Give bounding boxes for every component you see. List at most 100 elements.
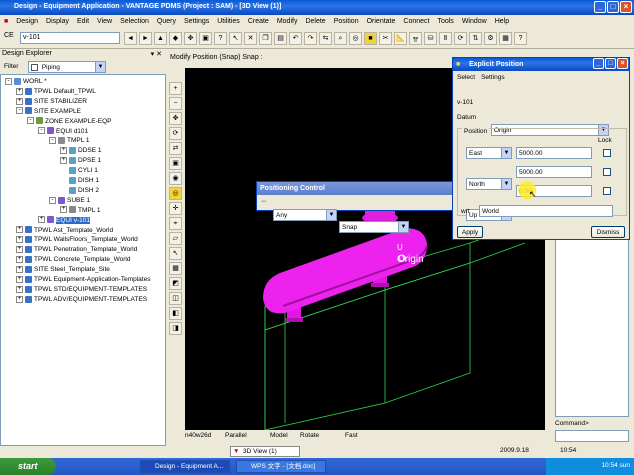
- pipe-icon[interactable]: ╦: [409, 32, 422, 45]
- tree-item[interactable]: CYLI 1: [60, 166, 98, 175]
- tree-expander-icon[interactable]: +: [60, 156, 67, 164]
- tree-expander-icon[interactable]: +: [16, 275, 23, 283]
- tree-expander-icon[interactable]: +: [16, 265, 23, 273]
- delete-icon[interactable]: ✕: [244, 32, 257, 45]
- clip-icon[interactable]: ◩: [169, 277, 182, 290]
- taskbar-item-wps[interactable]: WPS 文字 - [文档.doc]: [236, 460, 326, 473]
- undo-icon[interactable]: ↶: [289, 32, 302, 45]
- start-button[interactable]: start: [0, 458, 56, 475]
- current-element-input[interactable]: v-101: [20, 32, 120, 44]
- tree-expander-icon[interactable]: +: [60, 206, 67, 214]
- sort-icon[interactable]: ⇅: [469, 32, 482, 45]
- tree-item[interactable]: - EQUI d101: [38, 127, 88, 136]
- tree-expander-icon[interactable]: +: [16, 285, 23, 293]
- tree-item[interactable]: + SITE STABILIZER: [16, 97, 87, 106]
- tree-item[interactable]: + TPWL Equipment-Application-Templates: [16, 275, 150, 284]
- tree-item[interactable]: + TPWL Default_TPWL: [16, 87, 96, 96]
- tree-item[interactable]: + TPWL WallsFloors_Template_World: [16, 235, 138, 244]
- settings-icon[interactable]: ⚙: [484, 32, 497, 45]
- tree-expander-icon[interactable]: -: [38, 127, 45, 135]
- close-button[interactable]: ×: [620, 1, 632, 13]
- menu-query[interactable]: Query: [153, 18, 180, 25]
- model-icon[interactable]: ▦: [499, 32, 512, 45]
- menu-window[interactable]: Window: [458, 18, 491, 25]
- command-input[interactable]: [555, 430, 629, 442]
- design-explorer-tree[interactable]: - WORL * + TPWL Default_TPWL + SITE STABILIZE…: [0, 74, 166, 446]
- back-icon[interactable]: ◄: [124, 32, 137, 45]
- up-icon[interactable]: ▲: [154, 32, 167, 45]
- chevron-down-icon[interactable]: ▼: [501, 179, 511, 189]
- wire-icon[interactable]: ◫: [169, 292, 182, 305]
- maximize-button[interactable]: □: [607, 1, 619, 13]
- dismiss-button[interactable]: Dismiss: [591, 226, 625, 238]
- zoom-in-icon[interactable]: +: [169, 82, 182, 95]
- refresh-icon[interactable]: ⟳: [454, 32, 467, 45]
- navigate-icon[interactable]: ◆: [169, 32, 182, 45]
- view-icon[interactable]: ◎: [349, 32, 362, 45]
- menu-design[interactable]: Design: [12, 18, 42, 25]
- east-value-field[interactable]: 5000.00: [516, 147, 592, 159]
- chevron-down-icon[interactable]: ▼: [501, 148, 511, 158]
- tree-expander-icon[interactable]: -: [27, 117, 34, 125]
- forward-icon[interactable]: ►: [139, 32, 152, 45]
- rotate-icon[interactable]: ⟳: [169, 127, 182, 140]
- menu-help[interactable]: Help: [491, 18, 513, 25]
- menu-display[interactable]: Display: [42, 18, 73, 25]
- limits-icon[interactable]: ▣: [169, 157, 182, 170]
- tree-expander-icon[interactable]: -: [16, 107, 23, 115]
- pick-icon[interactable]: ↖: [229, 32, 242, 45]
- steel-icon[interactable]: Ⅱ: [439, 32, 452, 45]
- wrt-field[interactable]: World: [479, 205, 613, 217]
- chevron-down-icon[interactable]: ▼: [326, 210, 336, 220]
- eye-icon[interactable]: ◎: [169, 187, 182, 200]
- menu-connect[interactable]: Connect: [399, 18, 433, 25]
- filter-select[interactable]: Piping ▼: [28, 61, 106, 73]
- move-icon[interactable]: ✥: [184, 32, 197, 45]
- tree-item[interactable]: + TPWL ADV/EQUIPMENT-TEMPLATES: [16, 295, 147, 304]
- tree-item[interactable]: + TPWL Penetration_Template_World: [16, 245, 137, 254]
- measure-icon[interactable]: 📐: [394, 32, 407, 45]
- tree-expander-icon[interactable]: +: [16, 246, 23, 254]
- snap-icon[interactable]: ⌖: [169, 217, 182, 230]
- menu-utilities[interactable]: Utilities: [213, 18, 244, 25]
- walk-icon[interactable]: ⇆: [319, 32, 332, 45]
- equip-icon[interactable]: ⛁: [424, 32, 437, 45]
- move-icon[interactable]: ✛: [169, 202, 182, 215]
- zoom-out-icon[interactable]: −: [169, 97, 182, 110]
- position-mode-select[interactable]: Any ▼: [273, 209, 337, 221]
- menu-modify[interactable]: Modify: [273, 18, 302, 25]
- tree-item[interactable]: DISH 2: [60, 186, 99, 195]
- query-icon[interactable]: ?: [214, 32, 227, 45]
- menu-settings[interactable]: Settings: [180, 18, 213, 25]
- select-icon[interactable]: ▣: [199, 32, 212, 45]
- menu-delete[interactable]: Delete: [301, 18, 329, 25]
- tree-item[interactable]: + TPWL Concrete_Template_World: [16, 255, 130, 264]
- north-lock-checkbox[interactable]: [603, 168, 611, 176]
- tree-expander-icon[interactable]: -: [49, 137, 56, 145]
- tree-item[interactable]: + EQUI v-101: [38, 216, 90, 225]
- cursor-icon[interactable]: ↖: [169, 247, 182, 260]
- tree-item[interactable]: + TMPL 1: [60, 206, 101, 215]
- tree-item[interactable]: + TPWL Ast_Template_World: [16, 226, 113, 235]
- pan-icon[interactable]: ✥: [169, 112, 182, 125]
- tree-expander-icon[interactable]: +: [16, 87, 23, 95]
- tree-expander-icon[interactable]: +: [16, 295, 23, 303]
- tree-expander-icon[interactable]: -: [49, 196, 56, 204]
- tree-expander-icon[interactable]: +: [60, 147, 67, 155]
- paste-icon[interactable]: ▤: [274, 32, 287, 45]
- menu-edit[interactable]: Edit: [73, 18, 93, 25]
- copy-icon[interactable]: ❐: [259, 32, 272, 45]
- taskbar-item-design[interactable]: Design - Equipment A...: [140, 460, 230, 473]
- snap-mode-select[interactable]: Snap ▼: [339, 221, 409, 233]
- tree-expander-icon[interactable]: -: [5, 77, 12, 85]
- help-icon[interactable]: ?: [514, 32, 527, 45]
- menu-position[interactable]: Position: [330, 18, 363, 25]
- up-lock-checkbox[interactable]: [603, 187, 611, 195]
- tab-3d-view[interactable]: ▼ 3D View (1): [230, 446, 300, 457]
- tree-item[interactable]: + DDSE 1: [60, 146, 101, 155]
- tree-item[interactable]: - ZONE EXAMPLE-EQP: [27, 117, 111, 126]
- dialog-close-button[interactable]: ×: [617, 58, 628, 69]
- pointer-icon[interactable]: ⇔: [260, 196, 270, 206]
- shade-icon[interactable]: ◧: [169, 307, 182, 320]
- tree-item[interactable]: + TPWL STD/EQUIPMENT-TEMPLATES: [16, 285, 147, 294]
